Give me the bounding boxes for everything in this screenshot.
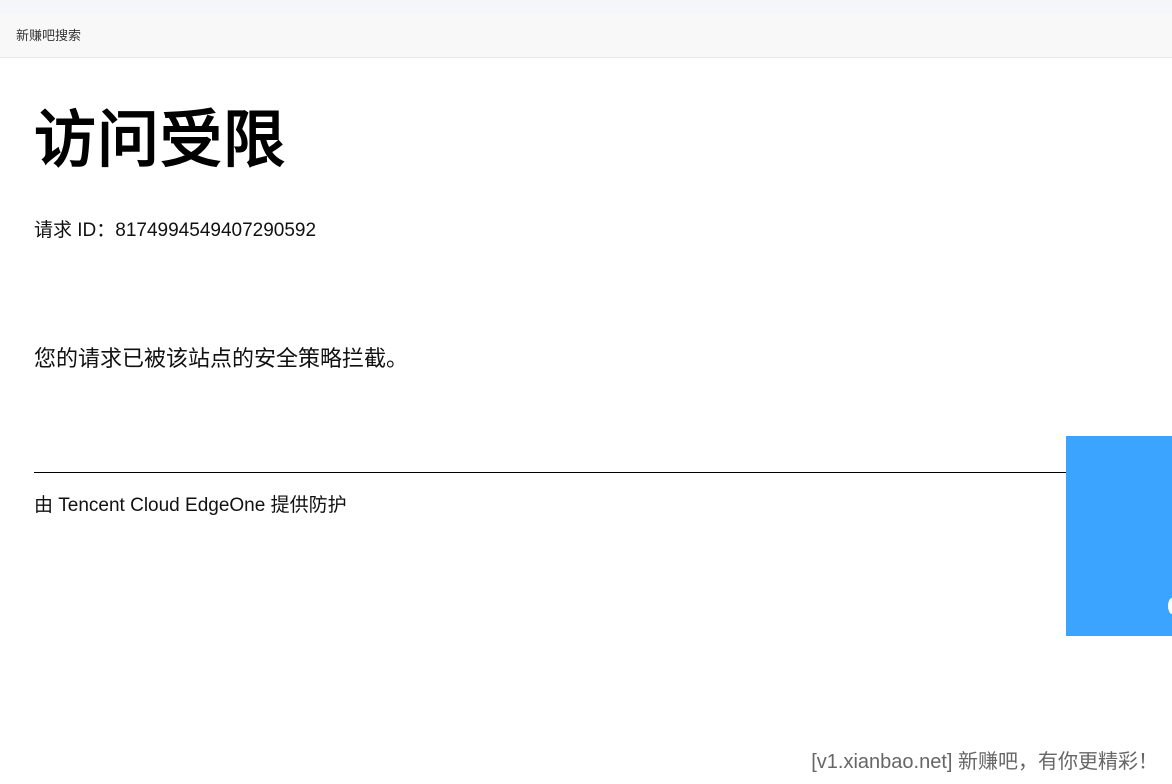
page-title: 访问受限 <box>34 106 287 175</box>
page: 新赚吧搜索 访问受限 请求 ID：8174994549407290592 您的请… <box>0 0 1172 784</box>
divider <box>34 472 1074 473</box>
side-floating-panel[interactable] <box>1066 436 1172 636</box>
top-bar-title[interactable]: 新赚吧搜索 <box>16 28 81 44</box>
request-id-text: 请求 ID：8174994549407290592 <box>34 220 317 241</box>
top-bar-strip <box>0 0 1172 14</box>
powered-by-text: 由 Tencent Cloud EdgeOne 提供防护 <box>34 495 347 516</box>
top-bar: 新赚吧搜索 <box>0 0 1172 58</box>
blocked-message: 您的请求已被该站点的安全策略拦截。 <box>34 346 409 371</box>
footer-watermark: [v1.xianbao.net] 新赚吧，有你更精彩！ <box>811 751 1158 773</box>
side-panel-handle[interactable] <box>1168 598 1172 614</box>
